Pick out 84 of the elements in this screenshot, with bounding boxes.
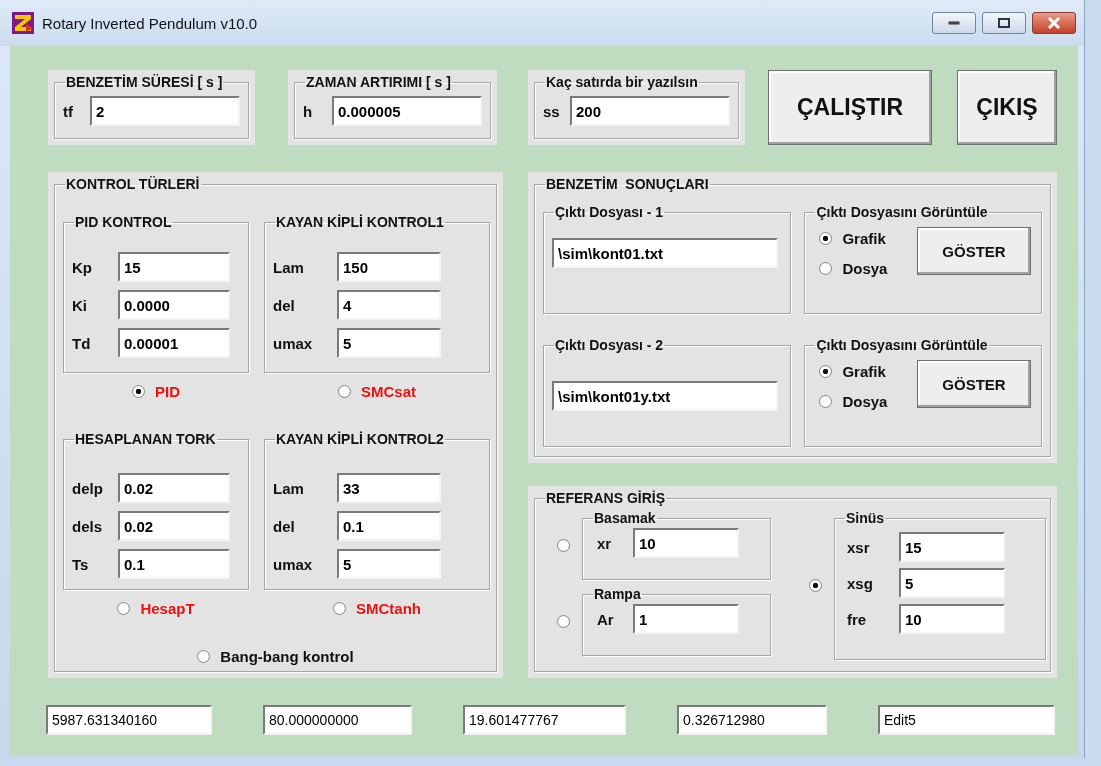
group-title: KAYAN KİPLİ KONTROL1 (275, 214, 445, 230)
input-field[interactable]: \sim\kont01.txt (552, 238, 778, 268)
field-label: xr (597, 534, 613, 552)
action-button[interactable]: ÇALIŞTIR (768, 70, 932, 145)
field-label: xsg (847, 574, 874, 592)
input-field[interactable]: 4 (337, 290, 441, 320)
group-title: PID KONTROL (74, 214, 173, 230)
input-field[interactable]: 0.00001 (118, 328, 230, 358)
show-button[interactable]: GÖSTER (917, 360, 1031, 408)
input-field[interactable]: 0.0000 (118, 290, 230, 320)
input-field[interactable]: 0.326712980 (677, 705, 827, 735)
input-field[interactable]: 15 (899, 532, 1005, 562)
group-title: Rampa (593, 586, 642, 602)
close-button[interactable] (1032, 12, 1076, 34)
field-label: fre (847, 610, 868, 628)
group-title: BENZETİM SÜRESİ [ s ] (65, 74, 224, 90)
radio-button[interactable] (557, 538, 570, 552)
field-label: umax (273, 334, 314, 352)
input-field[interactable]: 80.000000000 (263, 705, 412, 735)
input-field[interactable]: Edit5 (878, 705, 1055, 735)
close-icon (1047, 17, 1061, 29)
input-field[interactable]: 33 (337, 473, 441, 503)
group-title: Çıktı Dosyasını Görüntüle (815, 204, 989, 220)
radio-button[interactable]: Grafik (819, 359, 888, 383)
group-title: Çıktı Dosyası - 1 (554, 204, 665, 220)
group-title: ZAMAN ARTIRIMI [ s ] (305, 74, 452, 90)
window-title: Rotary Inverted Pendulum v10.0 (42, 14, 258, 32)
group-title: KONTROL TÜRLERİ (65, 176, 201, 192)
input-field[interactable]: 19.601477767 (463, 705, 626, 735)
field-label: Lam (273, 258, 305, 276)
field-label: Ts (72, 555, 90, 573)
group-title: KAYAN KİPLİ KONTROL2 (275, 431, 445, 447)
input-field[interactable]: 200 (570, 96, 730, 126)
input-field[interactable]: 1 (633, 604, 739, 634)
input-field[interactable]: 2 (90, 96, 240, 126)
field-label: Kp (72, 258, 93, 276)
input-field[interactable]: 150 (337, 252, 441, 282)
field-label: dels (72, 517, 103, 535)
group-title: Çıktı Dosyası - 2 (554, 337, 665, 353)
input-field[interactable]: 0.1 (118, 549, 230, 579)
field-label: tf (63, 102, 74, 120)
field-label: delp (72, 479, 104, 497)
field-label: Ar (597, 610, 615, 628)
radio-button[interactable]: Bang-bang kontrol (197, 644, 354, 668)
field-label: del (273, 517, 296, 535)
show-button[interactable]: GÖSTER (917, 227, 1031, 275)
radio-button[interactable]: Grafik (819, 226, 888, 250)
action-button[interactable]: ÇIKIŞ (957, 70, 1057, 145)
input-field[interactable]: 10 (899, 604, 1005, 634)
group-title: Sinüs (845, 510, 886, 526)
radio-button[interactable]: Dosya (819, 389, 888, 413)
field-label: ss (543, 102, 561, 120)
input-field[interactable]: 5987.631340160 (46, 705, 212, 735)
minimize-icon (948, 21, 960, 25)
group-title: HESAPLANAN TORK (74, 431, 217, 447)
field-label: Td (72, 334, 92, 352)
input-field[interactable]: 0.000005 (332, 96, 482, 126)
radio-button[interactable] (809, 578, 822, 592)
input-field[interactable]: 5 (337, 328, 441, 358)
group-title: Çıktı Dosyasını Görüntüle (815, 337, 989, 353)
field-label: xsr (847, 538, 871, 556)
input-field[interactable]: 0.02 (118, 473, 230, 503)
group-title: Kaç satırda bir yazılsın (545, 74, 699, 90)
input-field[interactable]: 15 (118, 252, 230, 282)
field-label: del (273, 296, 296, 314)
field-label: h (303, 102, 314, 120)
group-title: REFERANS GİRİŞ (545, 490, 666, 506)
input-field[interactable]: 5 (337, 549, 441, 579)
group-title: Basamak (593, 510, 657, 526)
maximize-button[interactable] (982, 12, 1026, 34)
app-icon (12, 12, 34, 34)
minimize-button[interactable] (932, 12, 976, 34)
radio-button[interactable]: Dosya (819, 256, 888, 280)
input-field[interactable]: \sim\kont01y.txt (552, 381, 778, 411)
input-field[interactable]: 0.1 (337, 511, 441, 541)
field-label: Ki (72, 296, 88, 314)
radio-button[interactable] (557, 614, 570, 628)
group-title: BENZETİM SONUÇLARI (545, 176, 710, 192)
input-field[interactable]: 0.02 (118, 511, 230, 541)
field-label: Lam (273, 479, 305, 497)
input-field[interactable]: 5 (899, 568, 1005, 598)
field-label: umax (273, 555, 314, 573)
input-field[interactable]: 10 (633, 528, 739, 558)
maximize-icon (998, 18, 1010, 28)
